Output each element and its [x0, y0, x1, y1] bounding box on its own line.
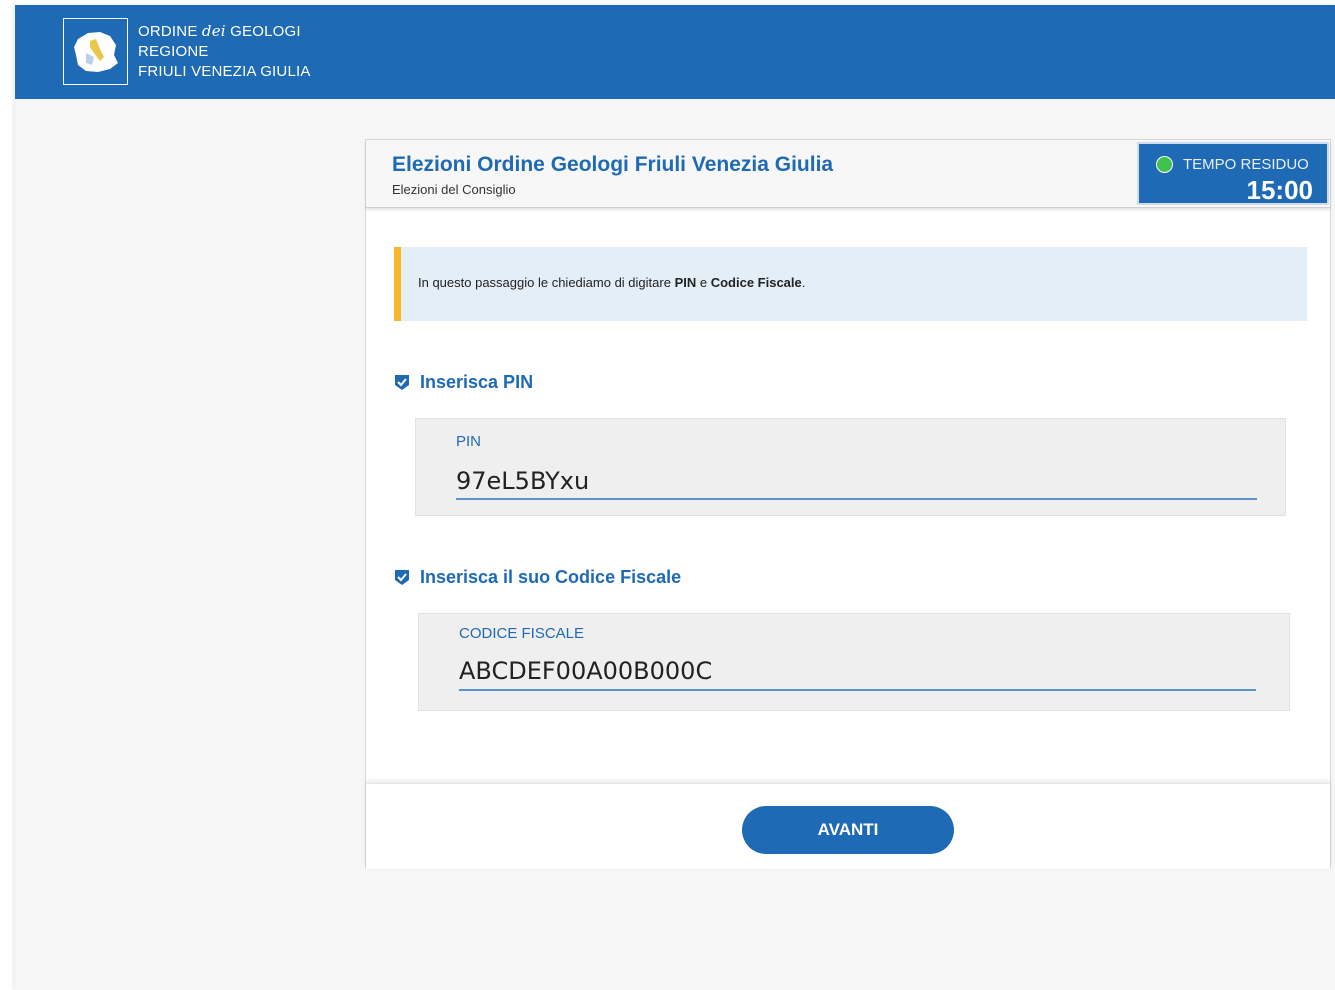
check-shield-icon [395, 375, 409, 390]
election-card: Elezioni Ordine Geologi Friuli Venezia G… [365, 139, 1331, 869]
logo-line-3: FRIULI VENEZIA GIULIA [138, 63, 311, 80]
codice-fiscale-field: CODICE FISCALE [418, 613, 1290, 711]
logo-line-1: ORDINE dei GEOLOGI [138, 22, 301, 40]
cf-section-heading: Inserisca il suo Codice Fiscale [394, 567, 681, 588]
card-subtitle: Elezioni del Consiglio [392, 182, 516, 197]
codice-fiscale-label: CODICE FISCALE [459, 625, 585, 642]
card-title: Elezioni Ordine Geologi Friuli Venezia G… [392, 153, 834, 176]
pin-label: PIN [456, 433, 482, 450]
card-footer: AVANTI [366, 783, 1330, 869]
logo-line-2: REGIONE [138, 43, 209, 60]
pin-input[interactable] [456, 463, 1257, 500]
pin-section-heading: Inserisca PIN [394, 372, 533, 393]
page-frame: ORDINE dei GEOLOGI REGIONE FRIULI VENEZI… [15, 5, 1335, 990]
card-header: Elezioni Ordine Geologi Friuli Venezia G… [366, 140, 1330, 208]
timer-label: TEMPO RESIDUO [1183, 156, 1309, 173]
next-button[interactable]: AVANTI [742, 806, 954, 854]
codice-fiscale-input[interactable] [459, 653, 1256, 691]
pin-field: PIN [415, 418, 1286, 516]
remaining-time-box: TEMPO RESIDUO 15:00 [1137, 142, 1329, 205]
info-text: In questo passaggio le chiediamo di digi… [418, 275, 806, 290]
logo[interactable] [63, 18, 128, 85]
info-alert: In questo passaggio le chiediamo di digi… [394, 247, 1307, 321]
timer-value: 15:00 [1246, 175, 1314, 205]
status-dot-icon [1156, 156, 1173, 173]
logo-text: ORDINE dei GEOLOGI REGIONE FRIULI VENEZI… [138, 21, 311, 82]
top-bar: ORDINE dei GEOLOGI REGIONE FRIULI VENEZI… [15, 5, 1335, 99]
region-map-icon [73, 31, 118, 72]
check-shield-icon [395, 570, 409, 585]
